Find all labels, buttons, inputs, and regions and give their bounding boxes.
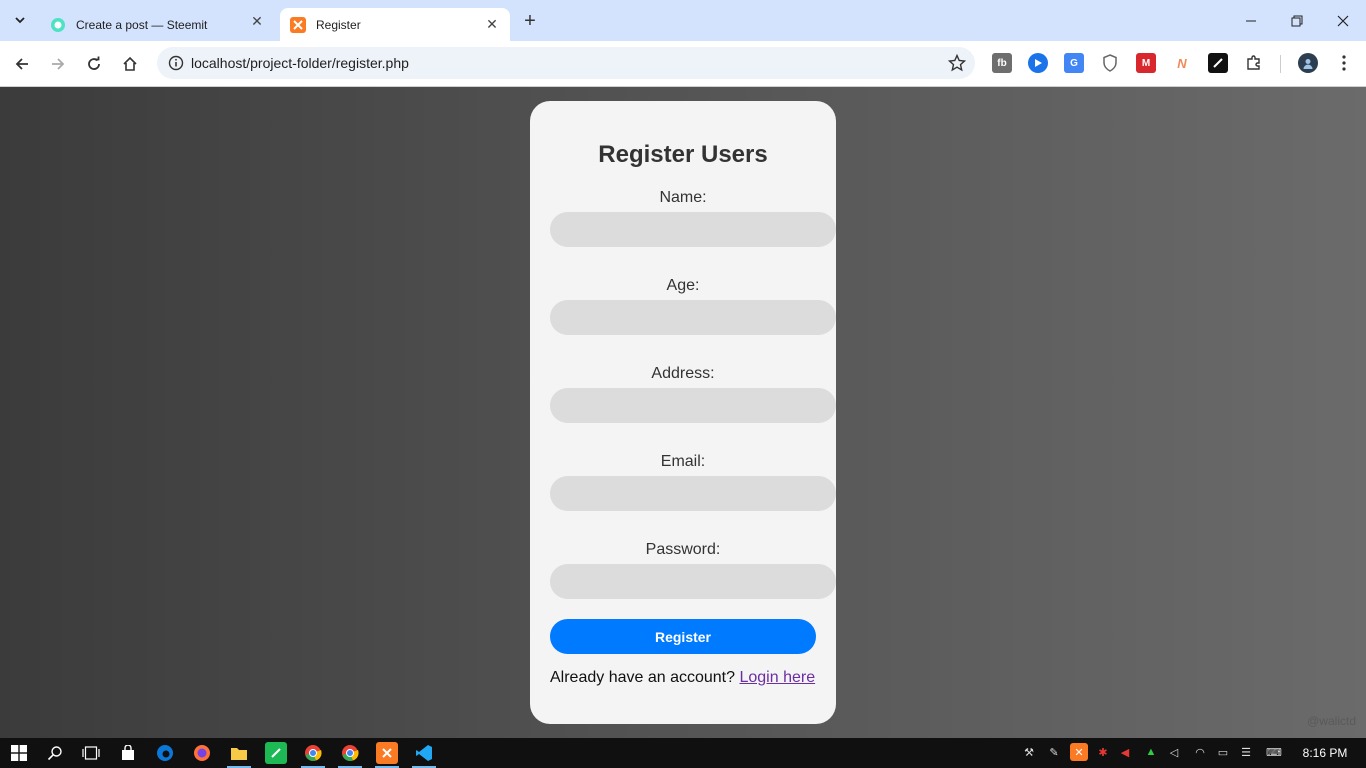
address-field[interactable] — [550, 388, 836, 423]
vscode-icon[interactable] — [413, 742, 435, 764]
task-view-icon[interactable] — [80, 742, 102, 764]
tray-app-icon[interactable]: ✎ — [1045, 743, 1063, 761]
tray-app-icon[interactable]: ▲ — [1142, 743, 1160, 761]
xampp-icon — [290, 16, 306, 33]
chevron-down-icon — [15, 17, 25, 24]
tab-search-button[interactable] — [6, 8, 34, 32]
notebook-icon[interactable]: fb — [992, 53, 1012, 73]
store-icon[interactable] — [117, 742, 139, 764]
tab-steemit[interactable]: Create a post — Steemit — [40, 8, 272, 41]
name-field[interactable] — [550, 212, 836, 247]
login-prompt-text: Already have an account? — [550, 669, 736, 686]
close-icon: ✕ — [251, 12, 263, 29]
puzzle-icon[interactable] — [1244, 53, 1264, 73]
form-title: Register Users — [598, 141, 768, 168]
password-field[interactable] — [550, 564, 836, 599]
address-label: Address: — [651, 365, 715, 382]
arrow-left-icon — [15, 58, 28, 70]
tab-title: Register — [316, 17, 361, 32]
windows-taskbar: ⚒ ✎ ✕ ✱ ◀ ▲ ◁ ◠ ▭ ☰ ⌨ 8:16 PM — [0, 738, 1366, 768]
keyboard-icon[interactable]: ⌨ — [1262, 743, 1286, 761]
xampp-tray-icon[interactable]: ✕ — [1070, 743, 1088, 761]
page-viewport: Register Users Name: Age: Address: Email… — [0, 87, 1366, 738]
home-icon — [123, 56, 137, 71]
name-label: Name: — [659, 189, 707, 206]
reload-icon — [88, 56, 100, 70]
minimize-icon — [1246, 20, 1256, 21]
browser-toolbar: localhost/project-folder/register.php fb… — [0, 41, 1366, 87]
new-tab-button[interactable]: + — [518, 10, 542, 32]
notifications-icon[interactable]: ☰ — [1237, 743, 1255, 761]
toolbar-separator — [1280, 55, 1281, 73]
chrome-icon[interactable] — [302, 742, 324, 764]
green-app-icon[interactable] — [265, 742, 287, 764]
site-info-icon[interactable] — [161, 55, 191, 71]
watermark: @walictd — [1307, 714, 1356, 728]
steemit-icon — [50, 17, 66, 33]
login-prompt: Already have an account? Login here — [550, 669, 815, 687]
media-icon[interactable] — [1028, 53, 1048, 73]
age-field[interactable] — [550, 300, 836, 335]
translate-icon[interactable]: G — [1064, 53, 1084, 73]
speaker-icon[interactable]: ◀ — [1116, 743, 1134, 761]
edge-icon[interactable] — [154, 742, 176, 764]
mega-icon[interactable]: M — [1136, 53, 1156, 73]
arrow-right-icon — [52, 58, 65, 70]
restore-icon — [1291, 15, 1303, 26]
register-card: Register Users Name: Age: Address: Email… — [530, 101, 836, 724]
taskbar-clock[interactable]: 8:16 PM — [1296, 738, 1354, 768]
tab-close-button[interactable]: ✕ — [248, 12, 266, 30]
start-icon[interactable] — [8, 742, 30, 764]
reload-button[interactable] — [80, 50, 108, 78]
login-link[interactable]: Login here — [739, 669, 815, 686]
search-icon[interactable] — [44, 742, 66, 764]
address-bar[interactable]: localhost/project-folder/register.php — [157, 47, 975, 79]
close-window-button[interactable] — [1320, 0, 1366, 41]
shield-icon[interactable] — [1100, 53, 1120, 73]
tab-register[interactable]: Register ✕ — [280, 8, 510, 41]
url-text[interactable]: localhost/project-folder/register.php — [191, 55, 939, 71]
xampp-icon[interactable] — [376, 742, 398, 764]
bookmark-star-icon[interactable] — [939, 54, 975, 72]
pen-icon[interactable] — [1208, 53, 1228, 73]
battery-icon[interactable]: ▭ — [1214, 743, 1232, 761]
restore-button[interactable] — [1274, 0, 1320, 41]
password-label: Password: — [645, 541, 721, 558]
firefox-icon[interactable] — [191, 742, 213, 764]
register-button[interactable]: Register — [550, 619, 816, 654]
avatar[interactable] — [1298, 53, 1318, 73]
tray-app-icon[interactable]: ⚒ — [1020, 743, 1038, 761]
tray-app-icon[interactable]: ✱ — [1094, 743, 1112, 761]
age-label: Age: — [666, 277, 700, 294]
forward-button[interactable] — [44, 50, 72, 78]
n-icon[interactable]: N — [1172, 53, 1192, 73]
wifi-icon[interactable]: ◠ — [1191, 743, 1209, 761]
minimize-button[interactable] — [1228, 0, 1274, 41]
email-field[interactable] — [550, 476, 836, 511]
menu-kebab-icon[interactable] — [1334, 53, 1354, 73]
close-icon — [1337, 15, 1349, 26]
volume-icon[interactable]: ◁ — [1165, 743, 1183, 761]
email-label: Email: — [660, 453, 706, 470]
close-icon[interactable]: ✕ — [484, 16, 500, 33]
tab-title: Create a post — Steemit — [76, 17, 208, 32]
back-button[interactable] — [8, 50, 36, 78]
browser-tabstrip: Create a post — Steemit ✕ Register ✕ + — [0, 0, 1366, 41]
home-button[interactable] — [116, 50, 144, 78]
file-explorer-icon[interactable] — [228, 742, 250, 764]
chrome-alt-icon[interactable] — [339, 742, 361, 764]
